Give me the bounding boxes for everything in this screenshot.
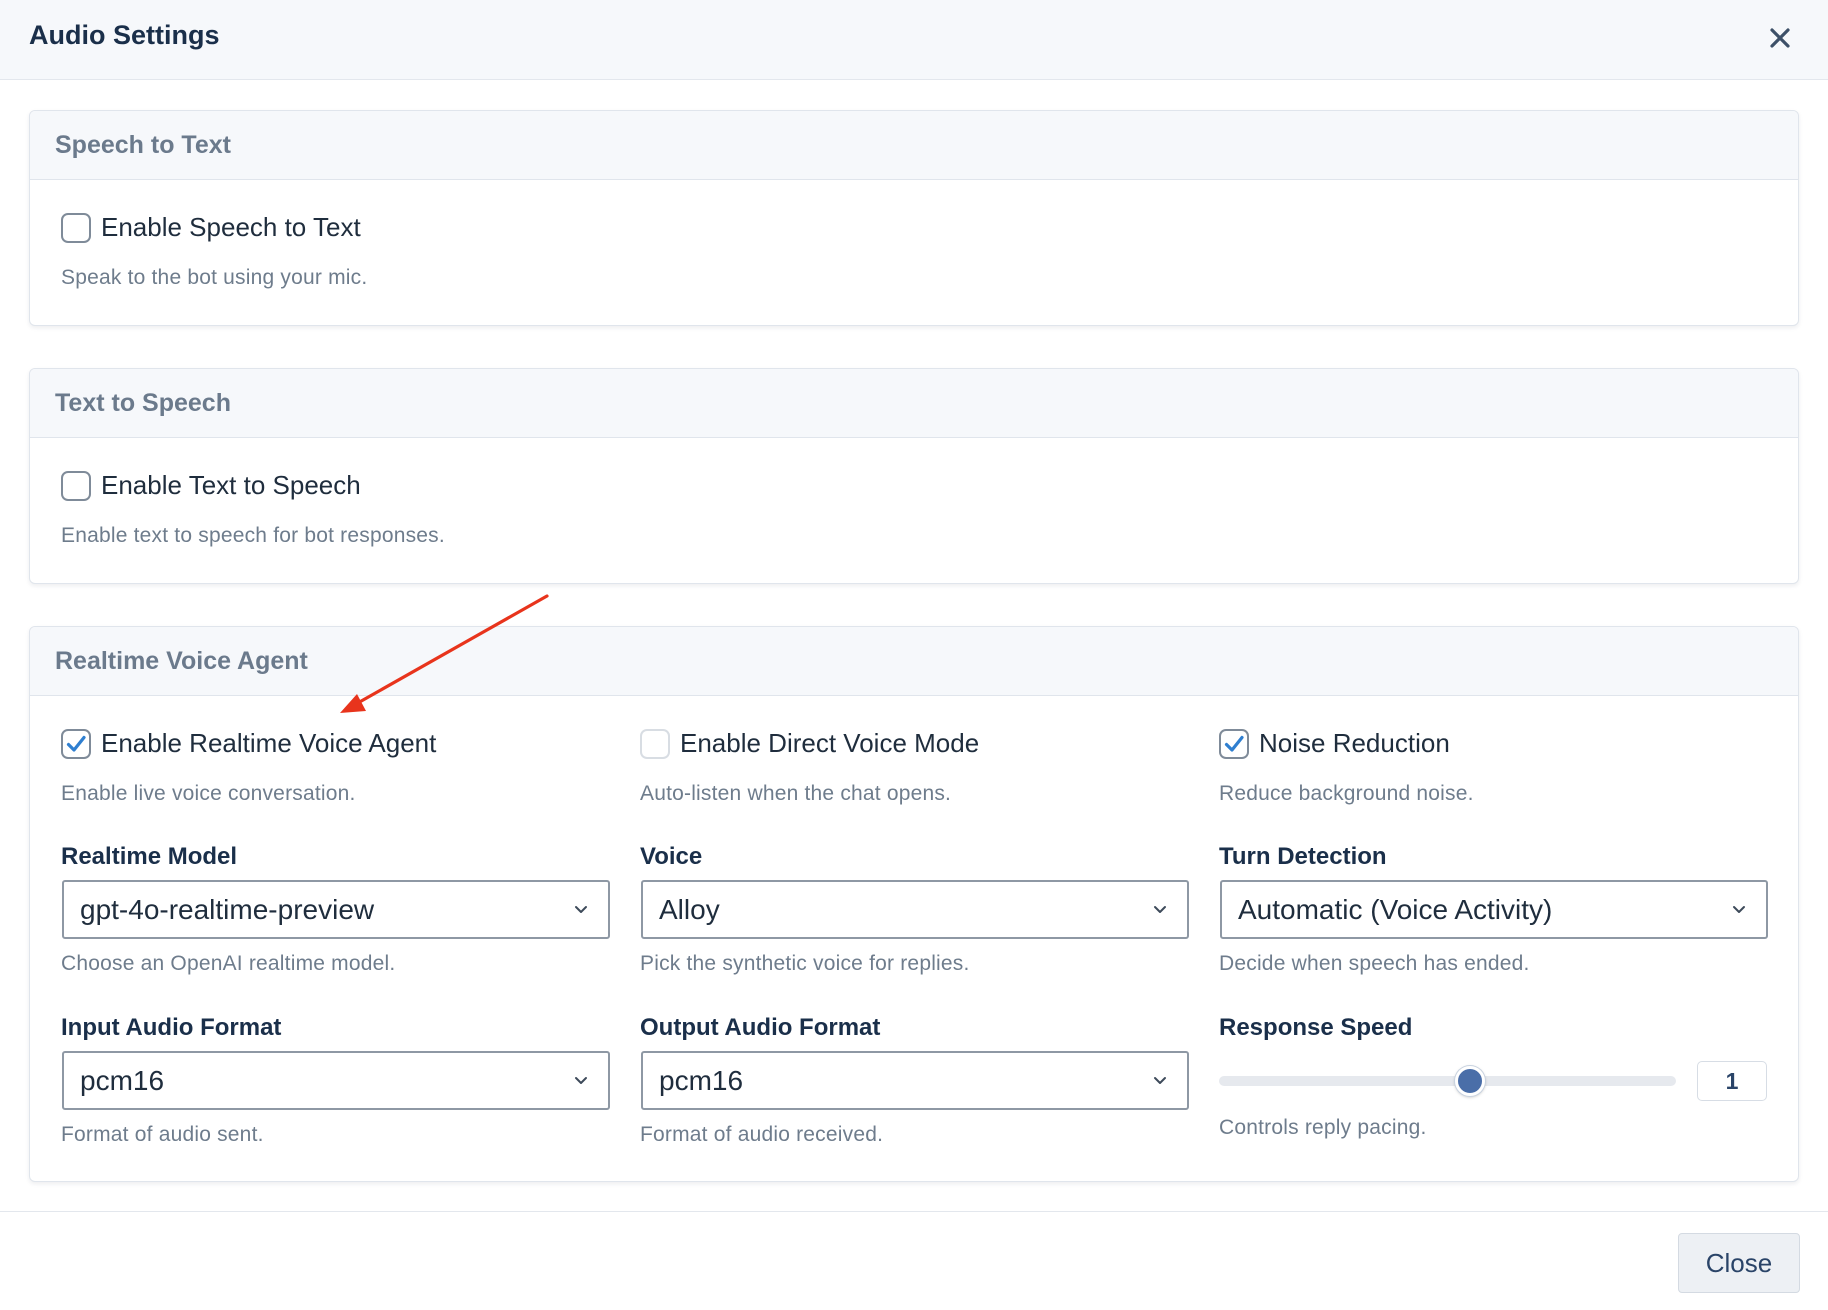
response-speed-value[interactable]: 1: [1697, 1061, 1767, 1101]
chevron-down-icon: [1730, 900, 1748, 918]
enable-speech-to-text-label: Enable Speech to Text: [101, 212, 361, 242]
voice-help: Pick the synthetic voice for replies.: [640, 952, 970, 975]
realtime-voice-agent-title: Realtime Voice Agent: [30, 627, 1798, 696]
voice-select[interactable]: Alloy: [641, 880, 1189, 939]
turn-detection-label: Turn Detection: [1219, 843, 1387, 870]
enable-realtime-voice-agent-label: Enable Realtime Voice Agent: [101, 728, 437, 758]
voice-label: Voice: [640, 843, 703, 870]
noise-reduction-help: Reduce background noise.: [1219, 782, 1474, 805]
chevron-down-icon: [572, 1071, 590, 1089]
text-to-speech-panel: Text to Speech Enable Text to Speech Ena…: [29, 368, 1799, 584]
checkbox-box[interactable]: [1219, 728, 1249, 759]
turn-detection-value: Automatic (Voice Activity): [1238, 894, 1553, 925]
chevron-down-icon: [1151, 900, 1169, 918]
output-audio-format-help: Format of audio received.: [640, 1123, 884, 1146]
checkbox-box[interactable]: [640, 728, 670, 759]
dialog-title: Audio Settings: [29, 20, 220, 50]
response-speed-help: Controls reply pacing.: [1219, 1116, 1427, 1139]
response-speed-label: Response Speed: [1219, 1014, 1413, 1041]
input-audio-format-value: pcm16: [80, 1065, 165, 1096]
voice-value: Alloy: [659, 894, 720, 925]
realtime-model-help: Choose an OpenAI realtime model.: [61, 952, 396, 975]
realtime-model-label: Realtime Model: [61, 843, 238, 870]
input-audio-format-select[interactable]: pcm16: [62, 1051, 610, 1110]
enable-text-to-speech-checkbox[interactable]: Enable Text to Speech: [61, 470, 361, 501]
output-audio-format-select[interactable]: pcm16: [641, 1051, 1189, 1110]
noise-reduction-checkbox[interactable]: Noise Reduction: [1219, 728, 1450, 759]
enable-direct-voice-mode-label: Enable Direct Voice Mode: [680, 728, 980, 758]
response-speed-slider[interactable]: [1219, 1076, 1676, 1086]
turn-detection-help: Decide when speech has ended.: [1219, 952, 1530, 975]
enable-direct-voice-mode-help: Auto-listen when the chat opens.: [640, 782, 952, 805]
checkmark-icon: [1224, 735, 1244, 752]
realtime-voice-agent-panel: Realtime Voice Agent Enable Realtime Voi…: [29, 626, 1799, 1182]
checkbox-box[interactable]: [61, 470, 91, 501]
noise-reduction-label: Noise Reduction: [1259, 728, 1450, 758]
checkmark-icon: [66, 735, 86, 752]
enable-realtime-voice-agent-help: Enable live voice conversation.: [61, 782, 356, 805]
realtime-model-value: gpt-4o-realtime-preview: [80, 894, 375, 925]
close-button[interactable]: Close: [1678, 1233, 1800, 1293]
speech-to-text-help: Speak to the bot using your mic.: [61, 266, 368, 289]
enable-speech-to-text-checkbox[interactable]: Enable Speech to Text: [61, 212, 361, 243]
close-icon[interactable]: [1764, 22, 1796, 54]
dialog-header: Audio Settings: [0, 0, 1828, 80]
response-speed-thumb[interactable]: [1455, 1066, 1486, 1096]
input-audio-format-label: Input Audio Format: [61, 1014, 282, 1041]
output-audio-format-label: Output Audio Format: [640, 1014, 881, 1041]
text-to-speech-help: Enable text to speech for bot responses.: [61, 524, 445, 547]
input-audio-format-help: Format of audio sent.: [61, 1123, 264, 1146]
chevron-down-icon: [1151, 1071, 1169, 1089]
enable-direct-voice-mode-checkbox[interactable]: Enable Direct Voice Mode: [640, 728, 979, 759]
chevron-down-icon: [572, 900, 590, 918]
text-to-speech-title: Text to Speech: [30, 369, 1798, 438]
speech-to-text-title: Speech to Text: [30, 111, 1798, 180]
enable-text-to-speech-label: Enable Text to Speech: [101, 470, 361, 500]
speech-to-text-panel: Speech to Text Enable Speech to Text Spe…: [29, 110, 1799, 326]
output-audio-format-value: pcm16: [659, 1065, 744, 1096]
enable-realtime-voice-agent-checkbox[interactable]: Enable Realtime Voice Agent: [61, 728, 436, 759]
checkbox-box[interactable]: [61, 212, 91, 243]
realtime-model-select[interactable]: gpt-4o-realtime-preview: [62, 880, 610, 939]
checkbox-box[interactable]: [61, 728, 91, 759]
footer-divider: [0, 1211, 1828, 1212]
turn-detection-select[interactable]: Automatic (Voice Activity): [1220, 880, 1768, 939]
